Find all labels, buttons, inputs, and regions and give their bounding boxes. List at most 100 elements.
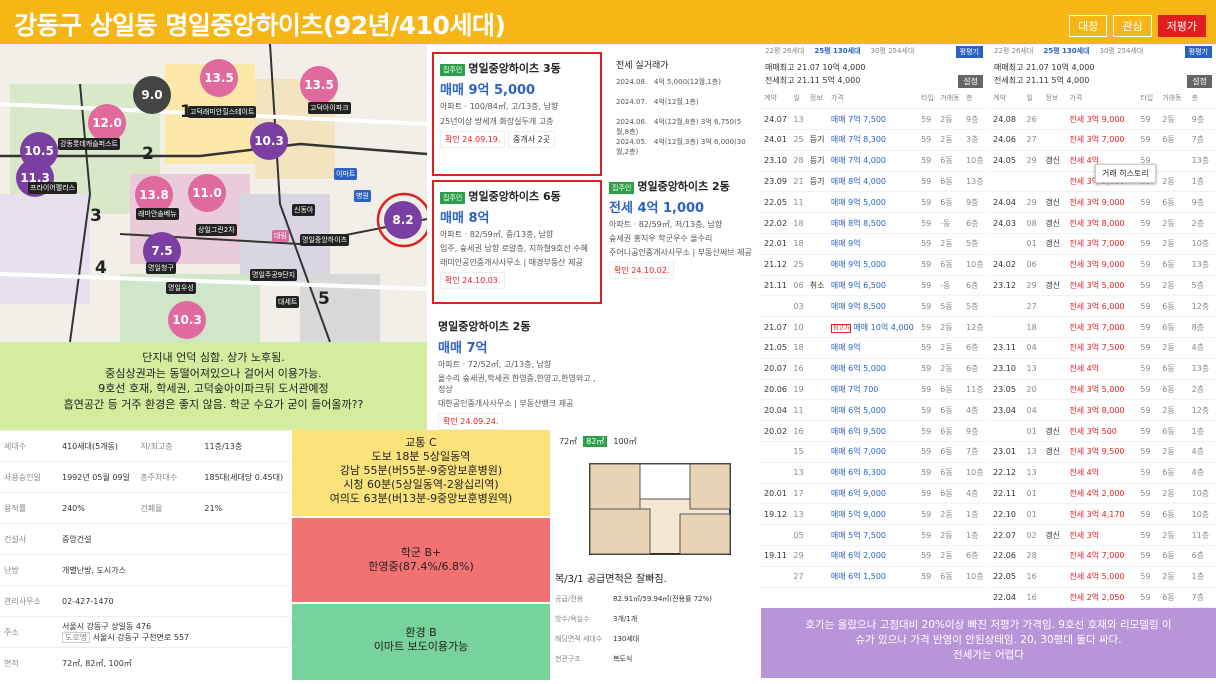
price-bubble[interactable]: 13.5 [300,66,338,104]
price-bubble[interactable]: 9.0 [133,76,171,114]
table-row[interactable]: 21.11 06 취소 매매 9억 6,500 59 -동 6층 [761,275,987,297]
broker-dropdown[interactable]: 중개사 2곳 [507,131,556,148]
place-label[interactable]: 프라이어팰리스 [28,182,78,194]
table-row[interactable]: 24.03 08 갱신 전세 3억 8,000 59 2동 2층 [990,212,1216,235]
settings-button[interactable]: 설정 [1187,75,1212,88]
listing-card[interactable]: 명일중앙하이츠 2동 매매 7억 아파트 · 72/52㎡, 고/13층, 남향… [432,312,602,430]
price-bubble[interactable]: 13.5 [200,59,238,97]
size-tab-22[interactable]: 22평 26세대 [994,46,1033,58]
table-row[interactable]: 24.04 29 갱신 전세 3억 9,000 59 6동 9층 [990,191,1216,214]
table-row[interactable]: 22.07 02 갱신 전세 3억 59 2동 11층 [990,524,1216,547]
table-row[interactable]: 23.04 04 전세 3억 8,000 59 2동 12층 [990,399,1216,422]
place-label[interactable]: 대림 [272,230,289,242]
place-label[interactable]: 고덕아이파크 [308,102,351,114]
place-label[interactable]: 래미안솔베뉴 [136,208,179,220]
table-row[interactable]: 22.04 16 전세 2억 2,050 59 6동 7층 [990,587,1216,609]
size-tab-82[interactable]: 82㎡ [583,436,608,447]
table-row[interactable]: 21.07 10 최고가 매매 10억 4,000 59 2동 12층 [761,316,987,339]
table-row[interactable]: 23.05 20 전세 3억 5,000 59 6동 2층 [990,379,1216,401]
cell: 10층 [963,150,987,172]
table-row[interactable]: 22.10 01 전세 3억 4,170 59 6동 10층 [990,503,1216,526]
place-label[interactable]: 대세트 [276,296,300,308]
table-row[interactable]: 23.11 04 전세 3억 7,500 59 2동 4층 [990,337,1216,359]
table-row[interactable]: 20.02 16 매매 6억 9,500 59 6동 9층 [761,420,987,443]
place-label[interactable]: 명일중앙하이츠 [300,234,350,246]
table-row[interactable]: 22.05 11 매매 9억 5,000 59 6동 9층 [761,191,987,214]
table-row[interactable]: 24.02 06 전세 3억 9,000 59 6동 13층 [990,254,1216,276]
price-bubble[interactable]: 8.2 [384,201,422,239]
table-row[interactable]: 20.07 16 매매 6억 5,000 59 2동 6층 [761,358,987,380]
size-tab-25[interactable]: 25평 130세대 [1043,46,1089,58]
table-row[interactable]: 23.10 28 등기 매매 7억 4,000 59 6동 10층 [761,150,987,172]
cell: 01 [1023,420,1043,443]
size-tab-25[interactable]: 25평 130세대 [814,46,860,58]
table-row[interactable]: 15 매매 6억 7,000 59 6동 7층 [761,441,987,463]
place-label[interactable]: 이마트 [334,168,358,180]
place-label[interactable]: 명일우성 [166,282,196,294]
tag-button-daejang[interactable]: 대장 [1069,15,1108,37]
table-row[interactable]: 20.06 19 매매 7억 700 59 6동 11층 [761,379,987,401]
table-row[interactable]: 27 전세 3억 6,000 59 6동 12층 [990,295,1216,318]
place-label[interactable]: 병원 [354,190,371,202]
size-tab-72[interactable]: 72㎡ [559,436,577,447]
table-row[interactable]: 05 매매 5억 7,500 59 2동 1층 [761,524,987,547]
place-label[interactable]: 상일그린2차 [196,224,237,236]
table-row[interactable]: 22.05 16 전세 4억 5,000 59 2동 1층 [990,566,1216,588]
listing-card[interactable]: 집주인 명일중앙하이츠 2동 전세 4억 1,000 아파트 · 82/59㎡, … [603,172,758,296]
listing-card[interactable]: 집주인 명일중앙하이츠 6동 매매 8억 아파트 · 82/59㎡, 중/13층,… [432,180,602,304]
table-row[interactable]: 20.01 17 매매 6억 9,000 59 6동 4층 [761,483,987,505]
table-row[interactable]: 20.04 11 매매 6억 5,000 59 6동 4층 [761,399,987,422]
price-bubble[interactable]: 12.0 [88,104,126,142]
table-row[interactable]: 18 전세 3억 7,000 59 6동 8층 [990,316,1216,339]
size-tab-30[interactable]: 30평 254세대 [871,46,915,58]
tag-button-gwansim[interactable]: 관심 [1113,15,1152,37]
cell: 8층 [1188,316,1216,339]
table-row[interactable]: 24.01 25 등기 매매 7억 8,300 59 2동 3층 [761,129,987,151]
cell: 12층 [1188,295,1216,318]
table-row[interactable]: 23.09 21 등기 매매 8억 4,000 59 6동 13층 [761,171,987,193]
place-label[interactable]: 강동롯데캐슬퍼스트 [58,138,120,150]
cell: 01 [1023,503,1043,526]
table-row[interactable]: 21.12 25 매매 9억 5,000 59 6동 10층 [761,254,987,276]
table-row[interactable]: 24.06 27 전세 3억 7,000 59 6동 7층 [990,129,1216,151]
table-row[interactable]: 19.12 13 매매 5억 9,000 59 2동 1층 [761,503,987,526]
place-label[interactable]: 신동아 [292,204,316,216]
size-tab-30[interactable]: 30평 254세대 [1100,46,1144,58]
size-tab-100[interactable]: 100㎡ [613,436,636,447]
place-label[interactable]: 고덕래미안힐스테이트 [188,106,257,118]
tag-button-jeopyeongga[interactable]: 저평가 [1157,15,1206,37]
table-row[interactable]: 13 매매 6억 8,300 59 6동 10층 [761,462,987,484]
table-row[interactable]: 01 갱신 전세 3억 7,000 59 2동 10층 [990,233,1216,255]
table-row[interactable]: 01 갱신 전세 3억 500 59 6동 1층 [990,420,1216,443]
table-row[interactable]: 22.11 01 전세 4억 2,000 59 2동 10층 [990,483,1216,505]
cell: 13 [1023,358,1043,380]
table-row[interactable]: 21.05 18 매매 9억 59 2동 6층 [761,337,987,359]
place-label[interactable]: 명일청구 [146,262,176,274]
price-bubble[interactable]: 10.3 [168,301,206,339]
table-row[interactable]: 24.07 13 매매 7억 7,500 59 2동 9층 [761,108,987,131]
table-row[interactable]: 03 매매 9억 8,500 59 5동 5층 [761,295,987,318]
table-row[interactable]: 22.01 18 매매 9억 59 2동 5층 [761,233,987,255]
compare-button[interactable]: 평평기 [955,46,983,58]
cell [1042,337,1067,359]
cell: 59 [918,129,938,151]
listing-card[interactable]: 집주인 명일중앙하이츠 3동 매매 9억 5,000 아파트 · 100/84㎡,… [432,52,602,176]
compare-button[interactable]: 평평기 [1184,46,1212,58]
cell [1042,358,1067,380]
table-row[interactable]: 23.10 13 전세 4억 59 6동 13층 [990,358,1216,380]
cell: 59 [1137,233,1160,255]
table-row[interactable]: 27 매매 6억 1,500 59 6동 10층 [761,566,987,588]
table-row[interactable]: 19.11 29 매매 6억 2,000 59 2동 6층 [761,545,987,567]
price-bubble[interactable]: 10.3 [250,122,288,160]
place-label[interactable]: 명일주공9단지 [250,269,298,281]
table-row[interactable]: 23.12 29 갱신 전세 3억 5,000 59 2동 5층 [990,275,1216,297]
table-row[interactable]: 24.08 26 전세 3억 9,000 59 2동 9층 [990,108,1216,131]
size-tab-22[interactable]: 22평 26세대 [765,46,804,58]
table-row[interactable]: 23.01 13 갱신 전세 3억 9,500 59 2동 4층 [990,441,1216,463]
price-bubble[interactable]: 11.0 [188,174,226,212]
table-row[interactable]: 22.02 18 매매 8억 8,500 59 -동 6층 [761,212,987,235]
settings-button[interactable]: 설정 [958,75,983,88]
table-row[interactable]: 22.12 13 전세 4억 59 6동 4층 [990,462,1216,484]
table-row[interactable]: 22.06 28 전세 4억 7,000 59 6동 6층 [990,545,1216,567]
area-map[interactable]: 13.5 13.5 9.0 12.0 10.3 10.5 11.3 13.8 1… [0,44,427,342]
